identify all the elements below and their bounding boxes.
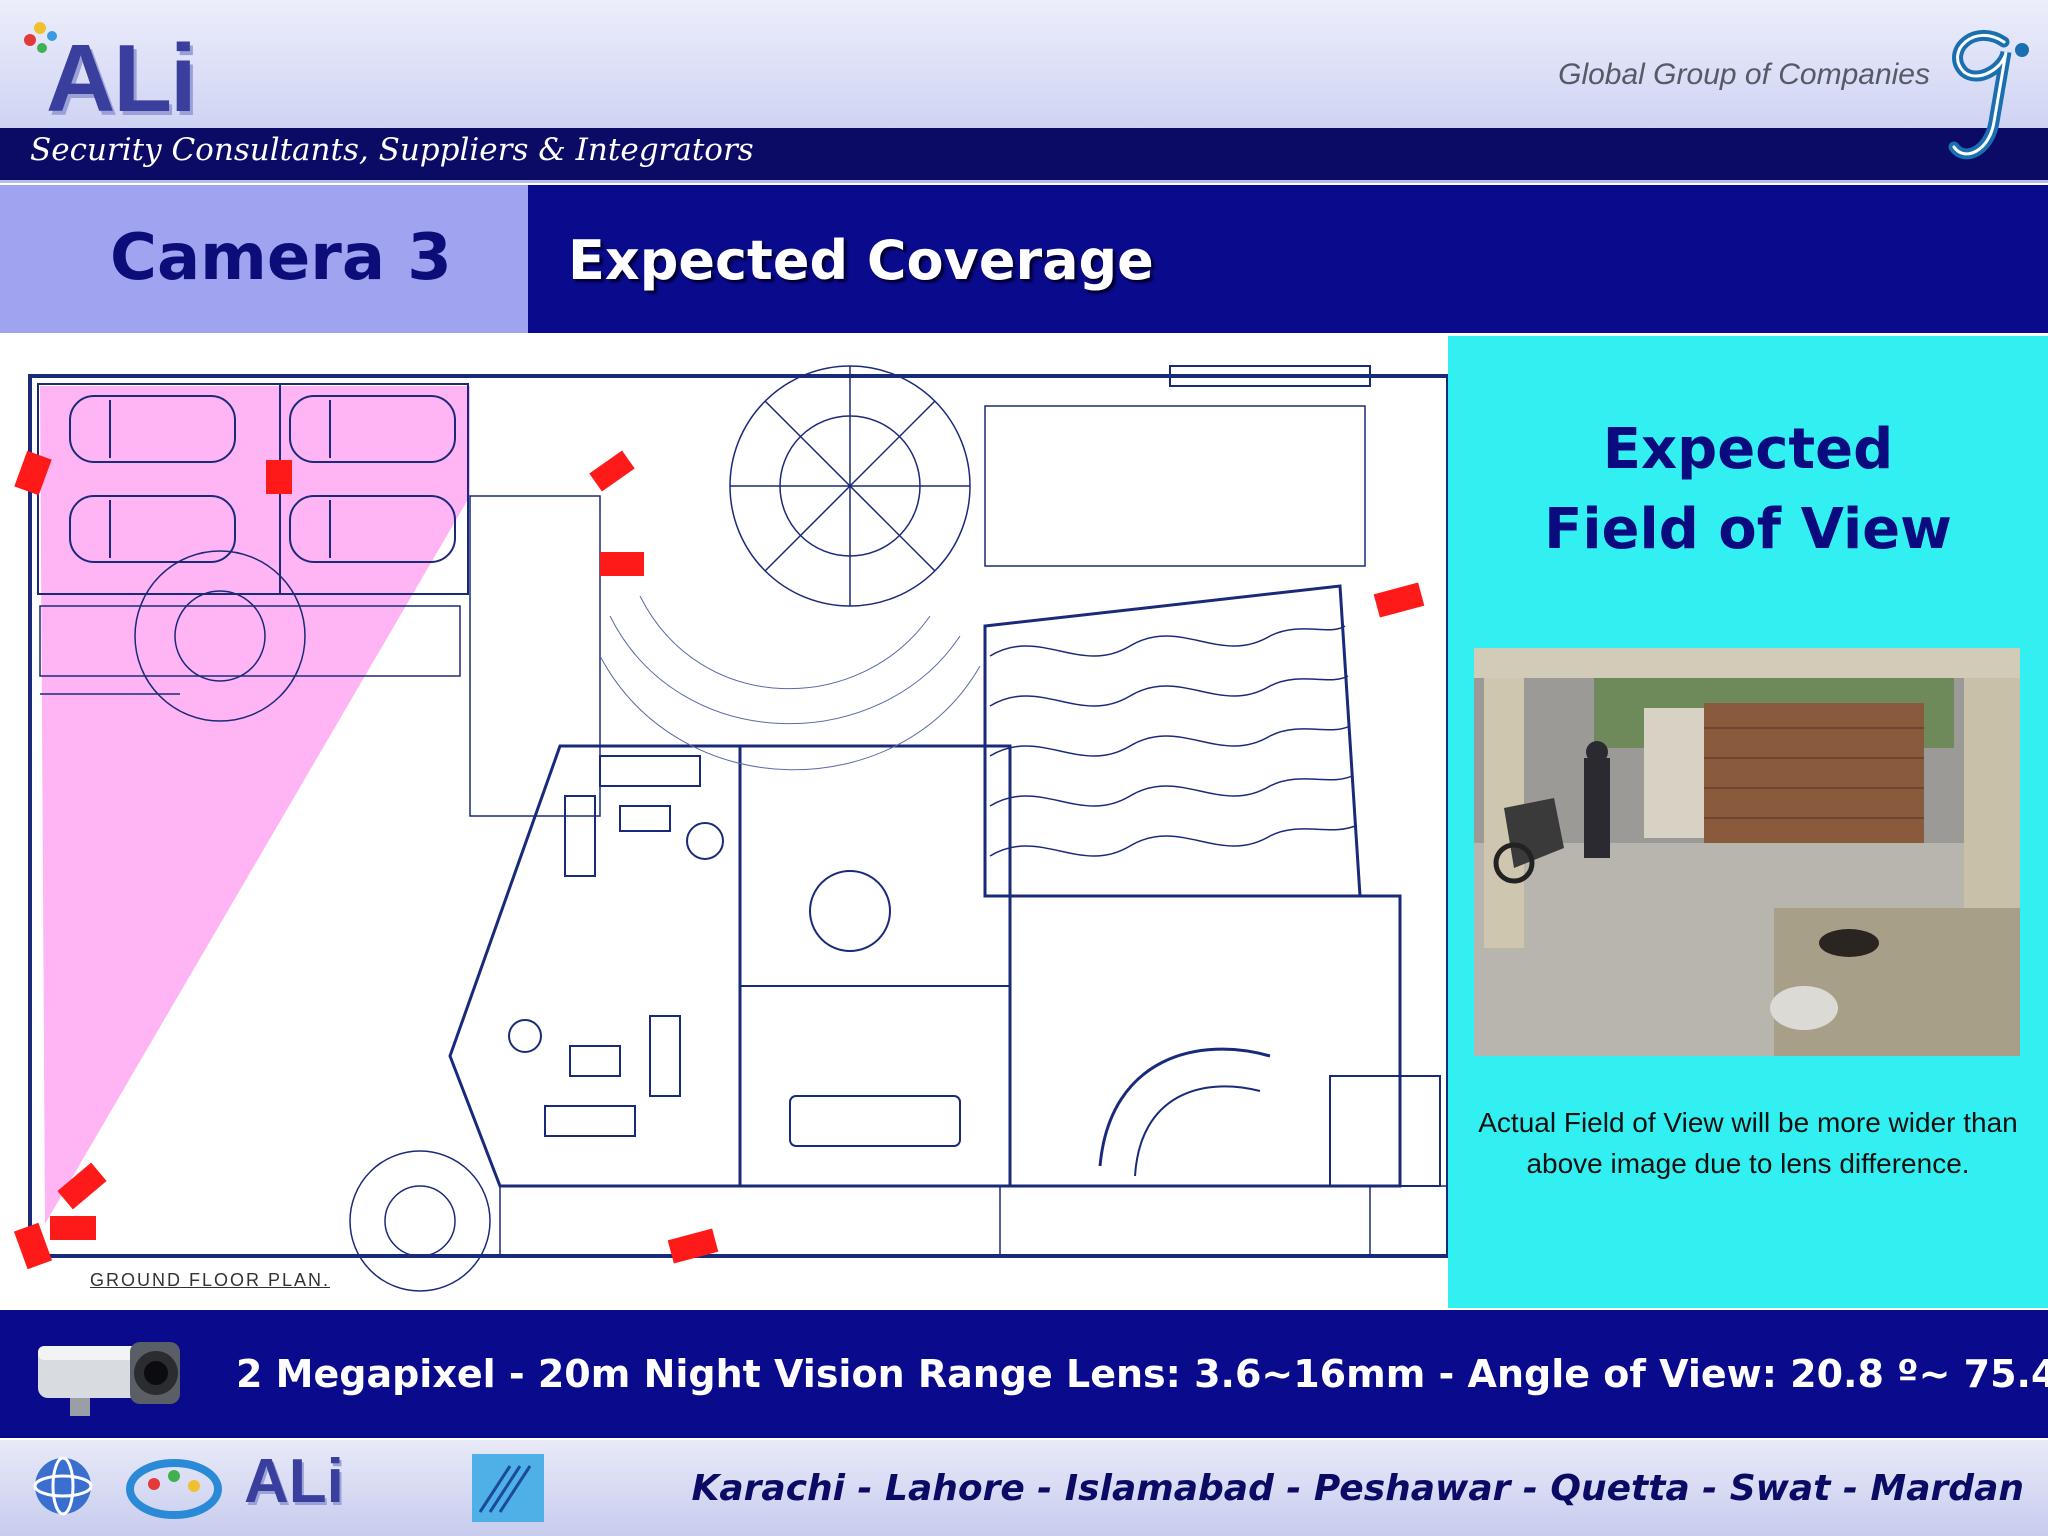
footer: ALi Karachi - Lahore - Islamabad - Pesha… bbox=[0, 1440, 2048, 1536]
fov-photo bbox=[1474, 648, 2020, 1056]
spec-text: 2 Megapixel - 20m Night Vision Range Len… bbox=[236, 1352, 2048, 1396]
spec-bar: 2 Megapixel - 20m Night Vision Range Len… bbox=[0, 1308, 2048, 1438]
floor-plan: GROUND FLOOR PLAN. bbox=[0, 336, 1448, 1308]
pool bbox=[983, 584, 1362, 898]
camera-title: Camera 3 bbox=[110, 221, 452, 295]
fov-panel: Expected Field of View Actual Field of V… bbox=[1448, 336, 2048, 1308]
fov-title-line2: Field of View bbox=[1544, 497, 1952, 562]
ring-logo-icon bbox=[126, 1459, 222, 1519]
cities-list: Karachi - Lahore - Islamabad - Peshawar … bbox=[691, 1468, 2024, 1509]
floor-plan-drawing bbox=[13, 365, 1448, 1292]
blueprint-logo-icon bbox=[472, 1454, 544, 1522]
fov-title-line1: Expected bbox=[1602, 417, 1894, 482]
tagline: Security Consultants, Suppliers & Integr… bbox=[30, 132, 754, 168]
fov-title: Expected Field of View bbox=[1448, 410, 2048, 570]
globe-logo-icon bbox=[33, 1456, 93, 1516]
group-text: Global Group of Companies bbox=[1558, 58, 1930, 91]
cctv-camera-icon bbox=[38, 1342, 180, 1416]
tagline-bar: Security Consultants, Suppliers & Integr… bbox=[0, 128, 2048, 183]
ali-wordmark: ALi bbox=[46, 25, 197, 132]
section-title: Expected Coverage bbox=[568, 229, 1154, 292]
footer-ali-logo: ALi bbox=[244, 1447, 344, 1516]
camera-view-image bbox=[1474, 648, 2020, 1056]
ali-logo: ALi bbox=[22, 14, 342, 132]
title-left-panel: Camera 3 bbox=[0, 185, 528, 333]
fov-note: Actual Field of View will be more wider … bbox=[1478, 1107, 2018, 1179]
plan-label: GROUND FLOOR PLAN. bbox=[90, 1270, 331, 1290]
header: ALi Global Group of Companies bbox=[0, 0, 2048, 132]
title-right-panel: Expected Coverage bbox=[528, 185, 2048, 333]
g-logo-icon bbox=[1948, 30, 2029, 160]
coverage-area bbox=[40, 386, 470, 1224]
